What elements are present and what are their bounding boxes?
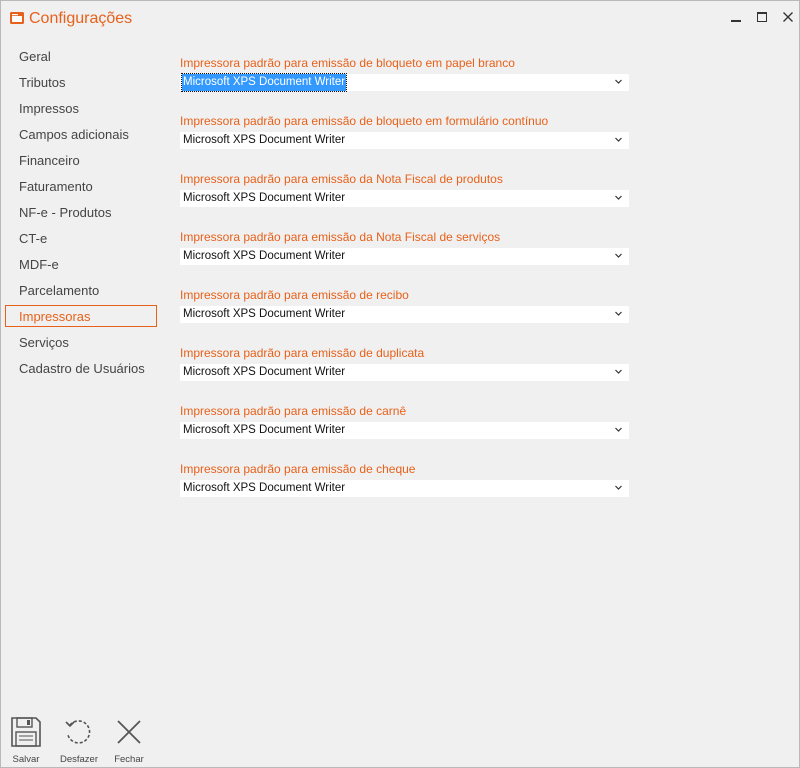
printer-select-value: Microsoft XPS Document Writer	[183, 308, 346, 320]
chevron-down-icon	[615, 485, 622, 490]
printers-panel: Impressora padrão para emissão de bloque…	[180, 56, 630, 520]
printer-select-nf-servicos[interactable]: Microsoft XPS Document Writer	[180, 248, 629, 265]
undo-icon	[65, 720, 91, 744]
sidebar-nav: Geral Tributos Impressos Campos adiciona…	[5, 45, 157, 383]
printer-select-value: Microsoft XPS Document Writer	[183, 134, 346, 146]
bottom-toolbar: Salvar Desfazer Fechar	[1, 713, 171, 767]
title-bar: Configurações	[1, 1, 799, 35]
printer-select-carne[interactable]: Microsoft XPS Document Writer	[180, 422, 629, 439]
printer-field-label: Impressora padrão para emissão da Nota F…	[180, 172, 503, 186]
settings-window: Configurações Geral Tributos Impressos C…	[0, 0, 800, 768]
chevron-down-icon	[615, 195, 622, 200]
printer-select-recibo[interactable]: Microsoft XPS Document Writer	[180, 306, 629, 323]
printer-select-value: Microsoft XPS Document Writer	[183, 424, 346, 436]
sidebar-item-cadastro-usuarios[interactable]: Cadastro de Usuários	[5, 357, 157, 379]
sidebar-item-mdfe[interactable]: MDF-e	[5, 253, 157, 275]
chevron-down-icon	[615, 427, 622, 432]
app-window-icon	[9, 10, 25, 26]
sidebar-item-parcelamento[interactable]: Parcelamento	[5, 279, 157, 301]
undo-button[interactable]: Desfazer	[55, 713, 103, 767]
printer-field-label: Impressora padrão para emissão de bloque…	[180, 114, 549, 128]
printer-select-value: Microsoft XPS Document Writer	[183, 250, 346, 262]
printer-select-bloqueto-papel-branco[interactable]: Microsoft XPS Document Writer	[180, 73, 629, 92]
printer-field-label: Impressora padrão para emissão de bloque…	[180, 56, 515, 70]
close-label: Fechar	[114, 754, 144, 765]
printer-select-cheque[interactable]: Microsoft XPS Document Writer	[180, 480, 629, 497]
printer-field-group: Impressora padrão para emissão de bloque…	[180, 114, 630, 172]
sidebar-item-campos-adicionais[interactable]: Campos adicionais	[5, 123, 157, 145]
sidebar-item-tributos[interactable]: Tributos	[5, 71, 157, 93]
printer-select-value: Microsoft XPS Document Writer	[183, 366, 346, 378]
printer-field-group: Impressora padrão para emissão da Nota F…	[180, 230, 630, 288]
sidebar-item-faturamento[interactable]: Faturamento	[5, 175, 157, 197]
floppy-disk-icon	[11, 717, 41, 747]
printer-field-label: Impressora padrão para emissão da Nota F…	[180, 230, 501, 244]
maximize-icon	[757, 12, 767, 22]
close-window-button[interactable]	[777, 6, 799, 28]
chevron-down-icon	[615, 79, 622, 84]
minimize-button[interactable]	[725, 6, 747, 28]
close-button[interactable]: Fechar	[105, 713, 153, 767]
printer-field-group: Impressora padrão para emissão de cheque…	[180, 462, 630, 520]
close-icon	[783, 12, 793, 22]
undo-label: Desfazer	[59, 754, 98, 765]
chevron-down-icon	[615, 253, 622, 258]
save-button[interactable]: Salvar	[2, 713, 50, 767]
printer-select-value: Microsoft XPS Document Writer	[183, 482, 346, 494]
chevron-down-icon	[615, 369, 622, 374]
printer-select-bloqueto-formulario-continuo[interactable]: Microsoft XPS Document Writer	[180, 132, 629, 149]
printer-field-group: Impressora padrão para emissão de recibo…	[180, 288, 630, 346]
sidebar-item-nfe-produtos[interactable]: NF-e - Produtos	[5, 201, 157, 223]
printer-field-label: Impressora padrão para emissão de duplic…	[180, 346, 425, 360]
sidebar-item-servicos[interactable]: Serviços	[5, 331, 157, 353]
window-title: Configurações	[29, 10, 133, 27]
printer-field-label: Impressora padrão para emissão de cheque	[180, 462, 416, 476]
printer-field-group: Impressora padrão para emissão de bloque…	[180, 56, 630, 114]
printer-field-group: Impressora padrão para emissão de duplic…	[180, 346, 630, 404]
sidebar-item-cte[interactable]: CT-e	[5, 227, 157, 249]
printer-field-label: Impressora padrão para emissão de recibo	[180, 288, 409, 302]
printer-select-value: Microsoft XPS Document Writer	[180, 73, 348, 92]
x-icon	[117, 720, 141, 744]
maximize-button[interactable]	[751, 6, 773, 28]
printer-select-value: Microsoft XPS Document Writer	[183, 192, 346, 204]
save-label: Salvar	[12, 754, 40, 765]
printer-field-group: Impressora padrão para emissão da Nota F…	[180, 172, 630, 230]
printer-field-label: Impressora padrão para emissão de carnê	[180, 404, 407, 418]
chevron-down-icon	[615, 137, 622, 142]
chevron-down-icon	[615, 311, 622, 316]
printer-field-group: Impressora padrão para emissão de carnê …	[180, 404, 630, 462]
sidebar-item-geral[interactable]: Geral	[5, 45, 157, 67]
sidebar-item-impressoras[interactable]: Impressoras	[5, 305, 157, 327]
printer-select-duplicata[interactable]: Microsoft XPS Document Writer	[180, 364, 629, 381]
sidebar-item-impressos[interactable]: Impressos	[5, 97, 157, 119]
printer-select-nf-produtos[interactable]: Microsoft XPS Document Writer	[180, 190, 629, 207]
minimize-icon	[731, 20, 741, 22]
sidebar-item-financeiro[interactable]: Financeiro	[5, 149, 157, 171]
